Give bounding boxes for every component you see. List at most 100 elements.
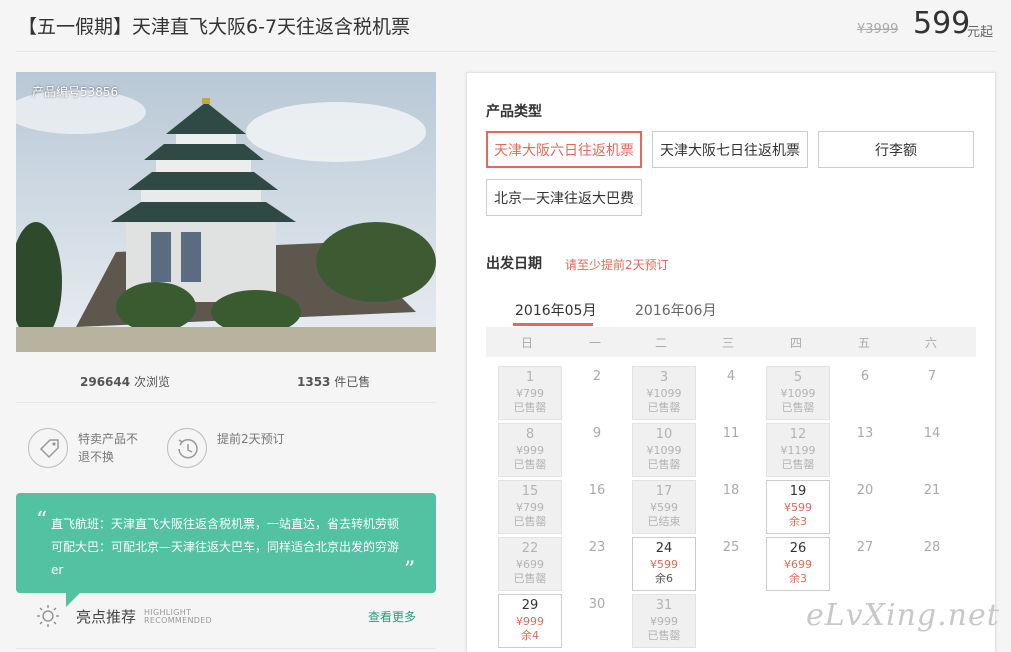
month-tab-may[interactable]: 2016年05月 xyxy=(515,300,596,320)
calendar-day-3: 3 ¥1099 已售罄 xyxy=(632,366,696,420)
day-number: 24 xyxy=(655,541,673,556)
day-status: 已售罄 xyxy=(647,629,681,642)
see-more-link[interactable]: 查看更多 xyxy=(368,608,416,625)
calendar-day-9: 9 xyxy=(565,423,629,477)
sun-icon xyxy=(36,604,60,628)
calendar-day-25: 25 xyxy=(699,537,763,591)
day-price: ¥1099 xyxy=(646,444,682,457)
weekday-mon: 一 xyxy=(588,336,601,350)
active-month-indicator xyxy=(513,323,593,326)
open-quote-icon: “ xyxy=(36,508,48,533)
day-status: 余6 xyxy=(655,572,673,585)
calendar-day-4: 4 xyxy=(699,366,763,420)
calendar-day-1: 1 ¥799 已售罄 xyxy=(498,366,562,420)
day-number: 16 xyxy=(588,483,606,498)
feature-no-refund: 特卖产品不退不换 xyxy=(28,428,158,468)
product-type-label: 产品类型 xyxy=(486,104,542,120)
close-quote-icon: ” xyxy=(404,558,416,583)
day-price: ¥999 xyxy=(650,615,678,628)
day-number: 15 xyxy=(521,484,539,499)
day-price: ¥699 xyxy=(516,558,544,571)
weekday-sun: 日 xyxy=(520,336,533,350)
day-status: 已售罄 xyxy=(513,515,547,528)
day-status: 已售罄 xyxy=(781,458,815,471)
calendar-day-7: 7 xyxy=(900,366,964,420)
calendar-day-15: 15 ¥799 已售罄 xyxy=(498,480,562,534)
calendar-day-19[interactable]: 19 ¥599 余3 xyxy=(766,480,830,534)
day-number: 1 xyxy=(525,370,535,385)
calendar-day-13: 13 xyxy=(833,423,897,477)
day-price: ¥999 xyxy=(516,615,544,628)
day-number: 26 xyxy=(789,541,807,556)
type-option-bus[interactable]: 北京—天津往返大巴费 xyxy=(486,179,642,216)
weekday-wed: 三 xyxy=(721,336,734,350)
calendar-day-22: 22 ¥699 已售罄 xyxy=(498,537,562,591)
calendar-day-29[interactable]: 29 ¥999 余4 xyxy=(498,594,562,648)
highlights-divider xyxy=(16,648,436,649)
day-number: 17 xyxy=(655,484,673,499)
day-number: 6 xyxy=(860,369,870,384)
day-price: ¥1199 xyxy=(780,444,816,457)
highlights-subtitle-line2: RECOMMENDED xyxy=(144,616,213,625)
calendar-day-20: 20 xyxy=(833,480,897,534)
title-divider xyxy=(16,51,996,52)
day-number: 31 xyxy=(655,598,673,613)
day-status: 已售罄 xyxy=(513,458,547,471)
feature-book-ahead-text: 提前2天预订 xyxy=(217,432,285,446)
day-number: 12 xyxy=(789,427,807,442)
day-status: 已售罄 xyxy=(513,572,547,585)
calendar-day-28: 28 xyxy=(900,537,964,591)
tag-icon xyxy=(28,428,68,468)
type-option-luggage[interactable]: 行李额 xyxy=(818,131,974,168)
weekday-tue: 二 xyxy=(654,336,667,350)
month-tab-june[interactable]: 2016年06月 xyxy=(635,300,716,320)
day-number: 18 xyxy=(722,483,740,498)
views-stat: 296644 次浏览 xyxy=(80,373,170,390)
calendar-day-2: 2 xyxy=(565,366,629,420)
calendar-day-21: 21 xyxy=(900,480,964,534)
views-count: 296644 xyxy=(80,375,131,389)
type-option-six-day[interactable]: 天津大阪六日往返机票 xyxy=(486,131,642,168)
day-number: 30 xyxy=(588,597,606,612)
calendar-day-14: 14 xyxy=(900,423,964,477)
product-photo xyxy=(16,72,436,352)
day-number: 13 xyxy=(856,426,874,441)
day-number: 20 xyxy=(856,483,874,498)
calendar-day-30: 30 xyxy=(565,594,629,648)
calendar-day-10: 10 ¥1099 已售罄 xyxy=(632,423,696,477)
calendar-day-23: 23 xyxy=(565,537,629,591)
calendar-day-6: 6 xyxy=(833,366,897,420)
calendar-day-26[interactable]: 26 ¥699 余3 xyxy=(766,537,830,591)
day-status: 余4 xyxy=(521,629,539,642)
day-status: 已售罄 xyxy=(781,401,815,414)
day-number: 23 xyxy=(588,540,606,555)
page-title: 【五一假期】天津直飞大阪6-7天往返含税机票 xyxy=(18,16,411,38)
calendar-day-11: 11 xyxy=(699,423,763,477)
departure-date-label: 出发日期 xyxy=(486,256,542,272)
day-status: 余3 xyxy=(789,515,807,528)
weekday-sat: 六 xyxy=(924,336,937,350)
day-number: 7 xyxy=(927,369,937,384)
day-number: 19 xyxy=(789,484,807,499)
feature-no-refund-text: 特卖产品不退不换 xyxy=(78,432,139,464)
day-number: 29 xyxy=(521,598,539,613)
calendar-day-24[interactable]: 24 ¥599 余6 xyxy=(632,537,696,591)
type-option-seven-day[interactable]: 天津大阪七日往返机票 xyxy=(652,131,808,168)
day-number: 3 xyxy=(659,370,669,385)
date-hint: 请至少提前2天预订 xyxy=(565,258,669,272)
day-number: 5 xyxy=(793,370,803,385)
watermark: eLvXing.net xyxy=(806,598,1000,633)
product-number: 产品编号53856 xyxy=(32,85,119,99)
original-price: ¥3999 xyxy=(857,22,899,37)
day-number: 2 xyxy=(592,369,602,384)
calendar-day-18: 18 xyxy=(699,480,763,534)
stats-divider xyxy=(16,402,436,403)
highlights-subtitle: HIGHLIGHT RECOMMENDED xyxy=(144,609,212,625)
day-status: 已售罄 xyxy=(513,401,547,414)
current-price: 599 xyxy=(913,6,971,41)
calendar-day-5: 5 ¥1099 已售罄 xyxy=(766,366,830,420)
feature-book-ahead: 提前2天预订 xyxy=(167,428,297,468)
highlights-title: 亮点推荐 xyxy=(76,608,137,626)
day-price: ¥599 xyxy=(784,501,812,514)
day-price: ¥599 xyxy=(650,501,678,514)
